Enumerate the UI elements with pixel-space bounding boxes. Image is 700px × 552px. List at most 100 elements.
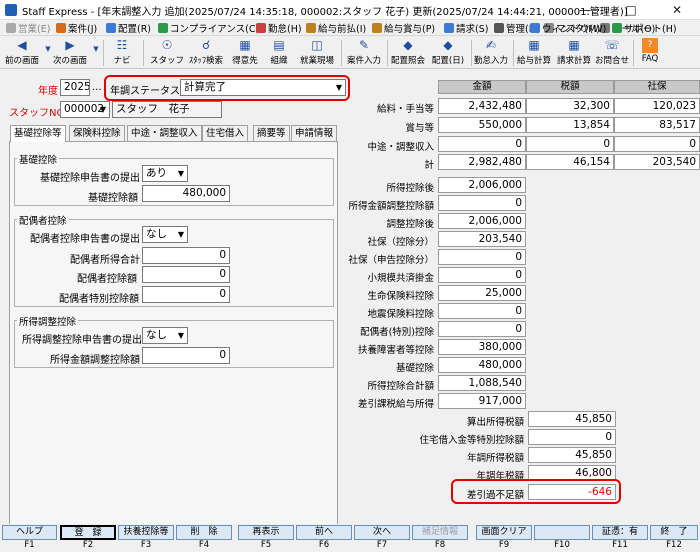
staff-search-button[interactable]: ☌ ｽﾀｯﾌ検索 xyxy=(186,36,226,69)
menu-placement[interactable]: 配置(R) xyxy=(106,21,151,35)
placement-inquiry-icon: ◆ xyxy=(403,38,413,52)
year-picker-button[interactable]: ... xyxy=(92,82,102,93)
worksite-button[interactable]: ◫ 就業現場 xyxy=(296,36,338,69)
client-button[interactable]: ▦ 得意先 xyxy=(228,36,262,69)
back-dropdown[interactable]: ▼ xyxy=(40,36,50,69)
tab-insurance-deduction[interactable]: 保険料控除 xyxy=(69,125,125,141)
tab-remarks[interactable]: 摘要等 xyxy=(253,125,290,141)
adjustment-amount-value[interactable]: 0 xyxy=(142,347,230,364)
spouse-decl-select[interactable]: なし ▼ xyxy=(142,226,188,243)
tab-basic-deduction[interactable]: 基礎控除等 xyxy=(10,125,66,142)
adjustment-decl-label: 所得調整控除申告書の提出 xyxy=(22,335,142,346)
inquiry-icon: ☏ xyxy=(604,38,620,52)
evidence-button[interactable]: 証憑：有 xyxy=(592,525,648,540)
calc-row-value: 0 xyxy=(438,249,526,265)
calc-row-label: 小規模共済掛金 xyxy=(367,273,434,284)
menu-compliance[interactable]: コンプライアンス(C) xyxy=(158,21,259,35)
staff-no-select[interactable]: 000002 ▼ xyxy=(60,101,110,118)
spouse-deduction-value[interactable]: 0 xyxy=(142,266,230,283)
minimize-icon[interactable]: — xyxy=(562,0,608,20)
shaho-header: 社保 xyxy=(614,80,700,94)
adjustment-decl-select[interactable]: なし ▼ xyxy=(142,327,188,344)
calc-row-label: 社保（申告控除分） xyxy=(348,255,434,266)
faq-button[interactable]: ? FAQ xyxy=(638,36,662,69)
basic-decl-select[interactable]: あり ▼ xyxy=(142,165,188,182)
window-title: Staff Express - [年末調整入力 追加(2025/07/24 14… xyxy=(22,7,628,18)
fkey-label: F5 xyxy=(260,540,272,550)
chevron-down-icon: ▼ xyxy=(335,83,342,92)
calc-row-value: 2,006,000 xyxy=(438,177,526,193)
job-entry-button[interactable]: ✎ 案件入力 xyxy=(344,36,384,69)
menu-billing[interactable]: 請求(S) xyxy=(444,21,488,35)
midyear-amount: 0 xyxy=(438,136,526,152)
calc-row-label: 基礎控除 xyxy=(395,363,434,374)
spouse-special-label: 配偶者特別控除額 xyxy=(59,294,139,305)
calc-row-label: 社保（控除分） xyxy=(367,237,434,248)
app-icon xyxy=(5,4,17,16)
tab-midyear-income[interactable]: 中途・調整収入 xyxy=(127,125,202,141)
menu-jobs[interactable]: 案件(J) xyxy=(56,21,97,35)
inquiry-button[interactable]: ☏ お問合せ xyxy=(594,36,630,69)
status-select[interactable]: 計算完了 ▼ xyxy=(180,79,346,96)
menu-advance-pay[interactable]: 給与前払(I) xyxy=(306,21,366,35)
navi-button[interactable]: ☷ ナビ xyxy=(108,36,136,69)
forward-dropdown[interactable]: ▼ xyxy=(88,36,98,69)
organization-button[interactable]: ▤ 組織 xyxy=(264,36,294,69)
menu-bar: 営業(E) 案件(J) 配置(R) コンプライアンス(C) 勤怠(H) 給与前払… xyxy=(0,20,700,36)
clear-screen-button[interactable]: 画面クリア xyxy=(476,525,532,540)
chevron-down-icon: ▼ xyxy=(177,230,184,239)
payroll-calc-icon: ▦ xyxy=(528,38,540,52)
refresh-button[interactable]: 再表示 xyxy=(238,525,294,540)
dependents-button[interactable]: 扶養控除等 xyxy=(118,525,174,540)
organization-icon: ▤ xyxy=(273,38,285,52)
calc-row-value: 1,088,540 xyxy=(438,375,526,391)
spouse-special-value[interactable]: 0 xyxy=(142,286,230,303)
register-button[interactable]: 登 録 xyxy=(60,525,116,540)
billing-calc-button[interactable]: ▦ 請求計算 xyxy=(554,36,594,69)
back-button[interactable]: ◀ 前の画面 xyxy=(2,36,42,69)
tax-row-label: 算出所得税額 xyxy=(466,417,524,428)
tab-application-info[interactable]: 申請情報 xyxy=(291,125,338,141)
menu-payroll[interactable]: 給与賞与(P) xyxy=(372,21,435,35)
forward-button[interactable]: ▶ 次の画面 xyxy=(50,36,90,69)
jobs-icon xyxy=(56,23,66,33)
exit-button[interactable]: 終 了 xyxy=(650,525,698,540)
attendance-entry-button[interactable]: ✍ 勤怠入力 xyxy=(472,36,510,69)
maximize-icon[interactable]: □ xyxy=(608,0,654,20)
previous-button[interactable]: 前へ xyxy=(296,525,352,540)
f10-button[interactable] xyxy=(534,525,590,540)
fkey-label: F4 xyxy=(198,540,210,550)
fkey-label: F2 xyxy=(82,540,94,550)
attendance-icon xyxy=(256,23,266,33)
basic-amount-value[interactable]: 480,000 xyxy=(142,185,230,202)
status-label: 年調ステータス xyxy=(110,86,180,97)
tax-header: 税額 xyxy=(526,80,614,94)
calc-row-value: 203,540 xyxy=(438,231,526,247)
menu-sales[interactable]: 営業(E) xyxy=(6,21,50,35)
staff-button[interactable]: ☉ スタッフ xyxy=(150,36,184,69)
midyear-label: 中途・調整収入 xyxy=(367,142,434,153)
menu-attendance[interactable]: 勤怠(H) xyxy=(256,21,302,35)
menu-window-item[interactable]: ウィンドウ(W) xyxy=(530,21,606,35)
advance-pay-icon xyxy=(306,23,316,33)
spouse-income-value[interactable]: 0 xyxy=(142,247,230,264)
fkey-label: F8 xyxy=(434,540,446,550)
bonus-amount: 550,000 xyxy=(438,117,526,133)
payroll-calc-button[interactable]: ▦ 給与計算 xyxy=(514,36,554,69)
placement-inquiry-button[interactable]: ◆ 配置照会 xyxy=(389,36,427,69)
tab-housing-loan[interactable]: 住宅借入 xyxy=(202,125,249,141)
arrow-right-icon: ▶ xyxy=(65,38,75,52)
spouse-income-label: 配偶者所得合計 xyxy=(70,255,140,266)
income-adjustment-title: 所得調整控除 xyxy=(17,314,79,328)
next-button[interactable]: 次へ xyxy=(354,525,410,540)
admin-icon xyxy=(494,23,504,33)
salary-shaho: 120,023 xyxy=(614,98,700,114)
close-icon[interactable]: ✕ xyxy=(654,0,700,20)
title-bar: Staff Express - [年末調整入力 追加(2025/07/24 14… xyxy=(0,0,700,20)
delete-button[interactable]: 削 除 xyxy=(176,525,232,540)
year-input[interactable]: 2025 xyxy=(60,79,90,96)
menu-support-item[interactable]: サポート(H) xyxy=(612,21,677,35)
help-button[interactable]: ヘルプ xyxy=(2,525,57,540)
supplementary-info-button[interactable]: 補足情報 xyxy=(412,525,468,540)
placement-day-button[interactable]: ◆ 配置(日) xyxy=(428,36,468,69)
